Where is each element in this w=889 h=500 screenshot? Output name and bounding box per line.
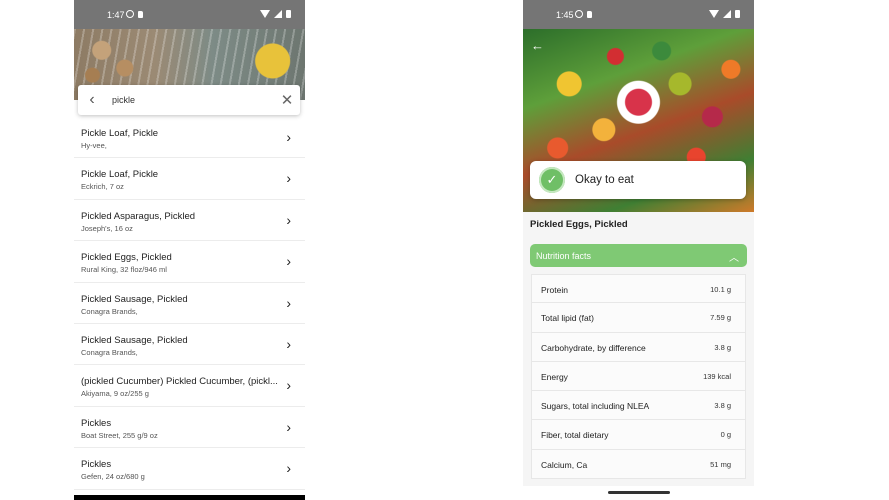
result-detail: Boat Street, 255 g/9 oz [81,430,158,440]
battery-icon [735,10,740,18]
nutrient-name: Carbohydrate, by difference [541,342,646,353]
verdict-label: Okay to eat [575,174,634,186]
sd-card-icon [138,10,143,18]
status-time: 1:47 [107,10,125,20]
chevron-up-icon: ︿ [729,253,739,264]
chevron-right-icon: › [286,129,291,145]
nutrient-value: 3.8 g [714,401,731,411]
result-item[interactable]: Pickles Gefen, 24 oz/680 g › [74,448,305,490]
nutrient-row: Protein 10.1 g [531,274,746,304]
signal-icon [723,10,731,18]
result-detail: Conagra Brands, [81,306,138,316]
nutrient-row: Sugars, total including NLEA 3.8 g [531,391,746,421]
nutrient-row: Energy 139 kcal [531,361,746,392]
result-item[interactable]: Pickle Loaf, Pickle Hy-vee, › [74,117,305,159]
back-arrow-icon[interactable]: ‹ [78,91,106,109]
food-title: Pickled Eggs, Pickled [530,219,628,230]
result-name: Pickle Loaf, Pickle [81,169,159,181]
result-detail: Eckrich, 7 oz [81,182,124,192]
chevron-right-icon: › [286,170,291,187]
wifi-icon [260,10,270,18]
dnd-icon [575,10,583,18]
nutrient-name: Fiber, total dietary [541,430,609,441]
sd-card-icon [587,10,592,18]
chevron-right-icon: › [286,294,291,311]
verdict-card: ✓ Okay to eat [530,161,746,199]
wifi-icon [709,10,719,18]
chevron-right-icon: › [286,377,291,394]
result-name: Pickled Sausage, Pickled [81,334,188,346]
search-bar[interactable]: ‹ pickle ✕ [78,85,300,115]
check-icon: ✓ [539,167,565,193]
clear-icon[interactable]: ✕ [274,91,300,109]
nutrient-row: Calcium, Ca 51 mg [531,449,746,480]
chevron-right-icon: › [286,253,291,270]
result-name: Pickled Sausage, Pickled [81,293,188,305]
result-item[interactable]: (pickled Cucumber) Pickled Cucumber, (pi… [74,365,305,407]
result-item[interactable]: Pickles Boat Street, 255 g/9 oz › [74,407,305,449]
result-item[interactable]: Pickle Loaf, Pickle Eckrich, 7 oz › [74,158,305,200]
nutrient-row: Carbohydrate, by difference 3.8 g [531,332,746,362]
nutrient-table: Protein 10.1 g Total lipid (fat) 7.59 g Carb… [531,274,746,480]
nutrient-name: Protein [541,285,568,295]
search-screen: 1:47 ‹ pickle ✕ Pickle Loaf, Pickle Hy-ve… [74,0,305,500]
chevron-right-icon: › [286,418,291,435]
result-name: Pickle Loaf, Pickle [81,128,159,139]
chevron-right-icon: › [286,211,291,228]
navigation-bar [74,495,305,500]
nutrient-name: Sugars, total including NLEA [541,401,650,412]
nutrient-value: 7.59 g [710,313,731,323]
results-list: Pickle Loaf, Pickle Hy-vee, › Pickle Loaf, … [74,117,305,490]
food-detail-screen: 1:45 ← ✓ Okay to eat Pickled Eggs, Pickl… [523,0,754,500]
nutrient-name: Energy [541,371,568,382]
battery-icon [286,10,291,18]
result-detail: Rural King, 32 floz/946 ml [81,265,167,275]
chevron-right-icon: › [286,460,291,477]
nutrient-value: 0 g [720,430,731,440]
result-item[interactable]: Pickled Eggs, Pickled Rural King, 32 floz… [74,241,305,283]
back-arrow-icon[interactable]: ← [531,38,544,53]
dnd-icon [126,10,134,18]
result-name: Pickled Asparagus, Pickled [81,210,196,222]
nutrient-name: Total lipid (fat) [541,313,594,324]
result-name: (pickled Cucumber) Pickled Cucumber, (pi… [81,376,278,388]
result-detail: Akiyama, 9 oz/255 g [81,389,149,399]
result-detail: Gefen, 24 oz/680 g [81,472,145,482]
home-indicator[interactable] [608,491,670,494]
result-item[interactable]: Pickled Sausage, Pickled Conagra Brands, › [74,283,305,324]
nutrient-value: 51 mg [710,459,731,469]
status-bar: 1:45 [523,0,754,29]
result-detail: Joseph's, 16 oz [81,223,133,233]
result-detail: Conagra Brands, [81,347,138,357]
nutrient-row: Fiber, total dietary 0 g [531,420,746,450]
result-item[interactable]: Pickled Sausage, Pickled Conagra Brands, › [74,324,305,366]
nutrient-name: Calcium, Ca [541,459,588,470]
nutrient-value: 10.1 g [710,285,731,294]
result-detail: Hy-vee, [81,141,107,150]
signal-icon [274,10,282,18]
result-item[interactable]: Pickled Asparagus, Pickled Joseph's, 16 o… [74,200,305,242]
search-input[interactable]: pickle [106,95,274,105]
nutrient-value: 3.8 g [714,342,731,352]
nutrition-facts-label: Nutrition facts [536,251,592,261]
status-time: 1:45 [556,10,574,20]
status-bar: 1:47 [74,0,305,29]
result-name: Pickles [81,459,112,471]
result-name: Pickles [81,417,112,429]
nutrition-facts-toggle[interactable]: Nutrition facts ︿ [530,244,747,267]
nutrient-row: Total lipid (fat) 7.59 g [531,303,746,333]
result-name: Pickled Eggs, Pickled [81,252,172,264]
nutrient-value: 139 kcal [703,371,731,381]
chevron-right-icon: › [286,335,291,352]
